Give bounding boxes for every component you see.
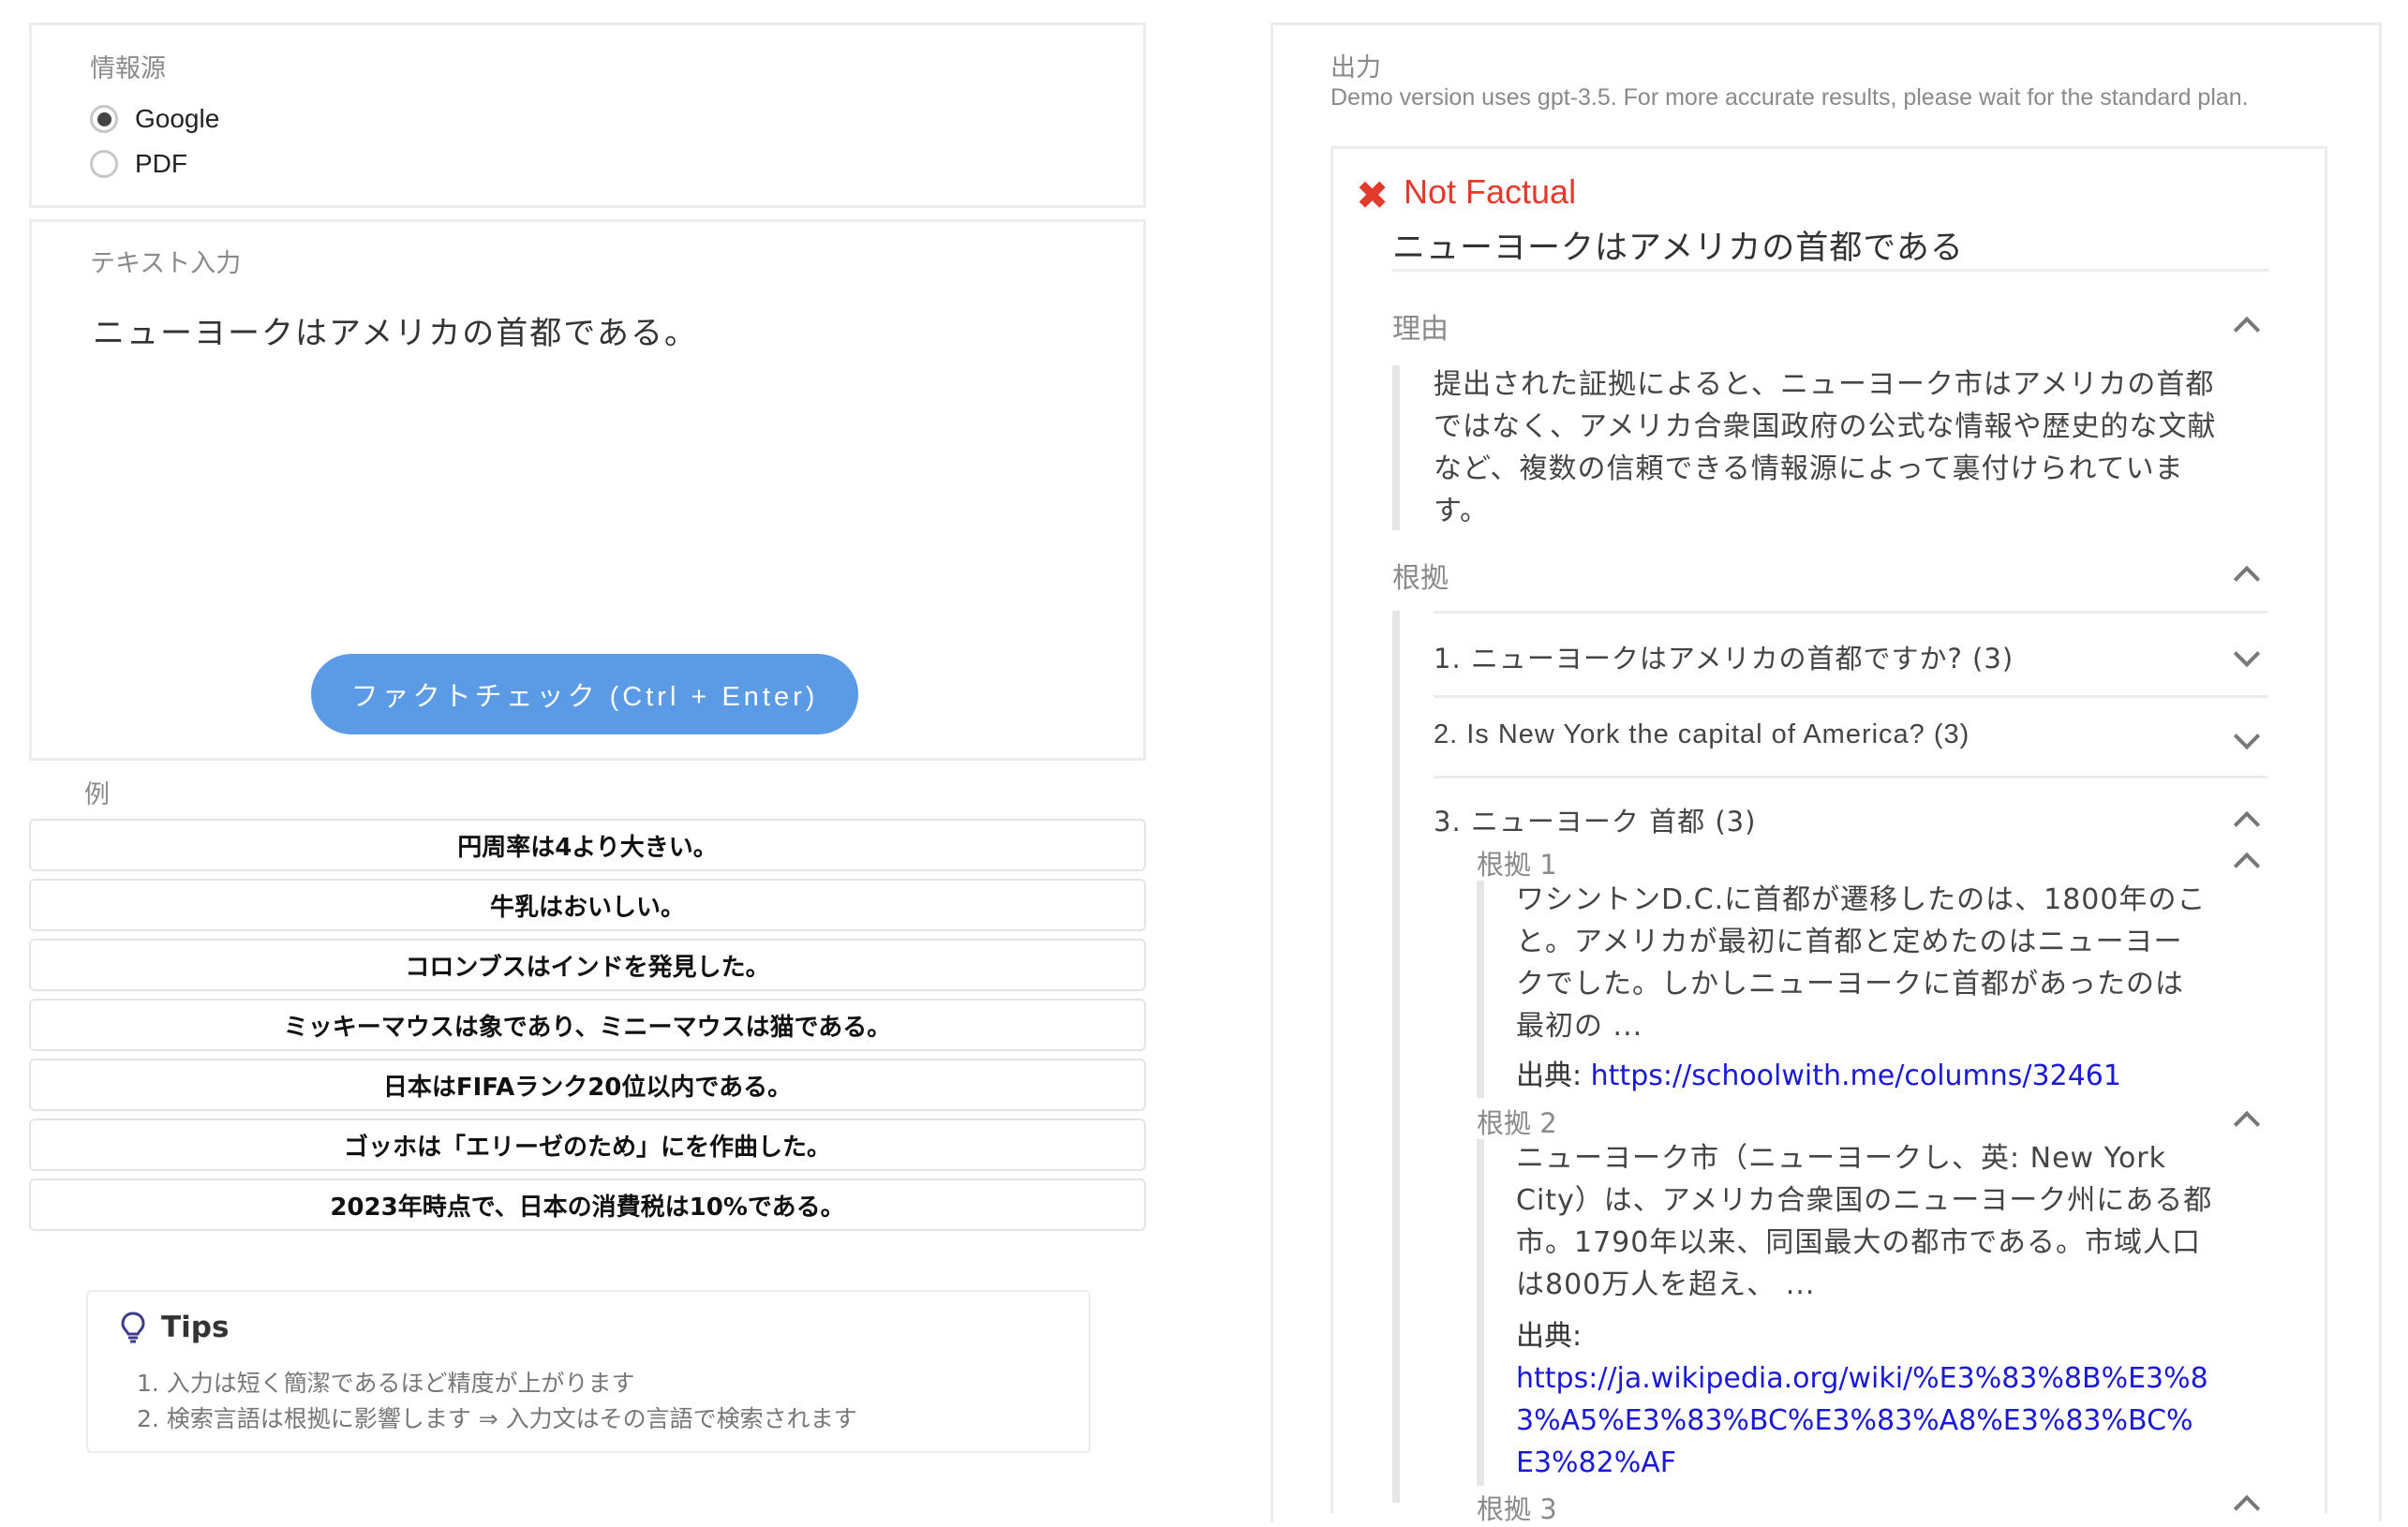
- example-item[interactable]: ゴッホは「エリーゼのため」にを作曲した。: [29, 1119, 1146, 1171]
- example-item[interactable]: コロンブスはインドを発見した。: [29, 939, 1146, 991]
- source-link[interactable]: https://schoolwith.me/columns/32461: [1591, 1060, 2121, 1092]
- example-item[interactable]: 2023年時点で、日本の消費税は10%である。: [29, 1179, 1146, 1231]
- divider: [1434, 776, 2267, 778]
- evidence-title[interactable]: 根拠: [1392, 555, 1449, 596]
- claim-textarea[interactable]: ニューヨークはアメリカの首都である。: [93, 311, 1087, 592]
- example-item[interactable]: ミッキーマウスは象であり、ミニーマウスは猫である。: [29, 999, 1146, 1051]
- verdict-label: Not Factual: [1404, 172, 1577, 211]
- query-item[interactable]: 2. Is New York the capital of America? (…: [1434, 719, 1970, 750]
- example-item[interactable]: 牛乳はおいしい。: [29, 879, 1146, 931]
- evidence-text: ワシントンD.C.に首都が遷移したのは、1800年のこと。アメリカが最初に首都と…: [1516, 883, 2207, 1043]
- tips-box: Tips 1. 入力は短く簡潔であるほど精度が上がります 2. 検索言語は根拠に…: [86, 1290, 1091, 1453]
- source-panel: 情報源 Google PDF: [29, 22, 1146, 208]
- example-item[interactable]: 日本はFIFAランク20位以内である。: [29, 1059, 1146, 1111]
- query-item[interactable]: 3. ニューヨーク 首都 (3): [1434, 800, 1756, 839]
- tips-title: Tips: [161, 1311, 230, 1344]
- divider: [1434, 695, 2267, 698]
- radio-google-label[interactable]: Google: [135, 104, 219, 134]
- divider: [1434, 611, 2267, 614]
- query-item[interactable]: 1. ニューヨークはアメリカの首都ですか? (3): [1434, 637, 2014, 676]
- radio-google-button[interactable]: [90, 105, 118, 133]
- example-item[interactable]: 円周率は4より大きい。: [29, 819, 1146, 871]
- tips-line: 2. 検索言語は根拠に影響します ⇒ 入力文はその言語で検索されます: [137, 1405, 857, 1432]
- evidence-item-bar: [1477, 1139, 1484, 1486]
- output-note: Demo version uses gpt-3.5. For more accu…: [1330, 84, 2249, 111]
- output-label: 出力: [1330, 53, 1381, 82]
- evidence-source: 出典: https://ja.wikipedia.org/wiki/%E3%83…: [1516, 1315, 2209, 1484]
- evidence-item-bar: [1477, 881, 1484, 1098]
- source-link[interactable]: https://ja.wikipedia.org/wiki/%E3%83%8B%…: [1516, 1362, 2208, 1479]
- evidence-source: 出典: https://schoolwith.me/columns/32461: [1516, 1055, 2121, 1097]
- evidence-quote-bar: [1392, 611, 1400, 1503]
- radio-pdf-button[interactable]: [90, 150, 118, 178]
- examples-label: 例: [84, 780, 110, 809]
- checked-claim: ニューヨークはアメリカの首都である: [1392, 230, 1964, 267]
- close-icon: ✖: [1356, 172, 1390, 218]
- source-label: 情報源: [90, 54, 166, 83]
- evidence-label[interactable]: 根拠 2: [1477, 1102, 1557, 1141]
- radio-pdf-label[interactable]: PDF: [135, 149, 187, 179]
- reason-title[interactable]: 理由: [1392, 305, 1449, 347]
- radio-google[interactable]: Google: [90, 104, 219, 134]
- text-input-label: テキスト入力: [90, 249, 242, 278]
- evidence-text: ニューヨーク市（ニューヨークし、英: New York City）は、アメリカ合…: [1516, 1142, 2213, 1301]
- tips-line: 1. 入力は短く簡潔であるほど精度が上がります: [137, 1370, 635, 1397]
- lightbulb-icon: [121, 1312, 145, 1343]
- factcheck-button[interactable]: ファクトチェック (Ctrl + Enter): [311, 654, 858, 734]
- evidence-label[interactable]: 根拠 1: [1477, 843, 1557, 882]
- reason-quote-bar: [1392, 365, 1400, 530]
- reason-text: 提出された証拠によると、ニューヨーク市はアメリカの首都ではなく、アメリカ合衆国政…: [1434, 368, 2217, 527]
- evidence-label[interactable]: 根拠 3: [1477, 1488, 1557, 1527]
- source-prefix: 出典:: [1516, 1320, 1583, 1353]
- divider: [1392, 269, 2268, 272]
- source-prefix: 出典:: [1516, 1060, 1583, 1092]
- radio-pdf[interactable]: PDF: [90, 149, 187, 179]
